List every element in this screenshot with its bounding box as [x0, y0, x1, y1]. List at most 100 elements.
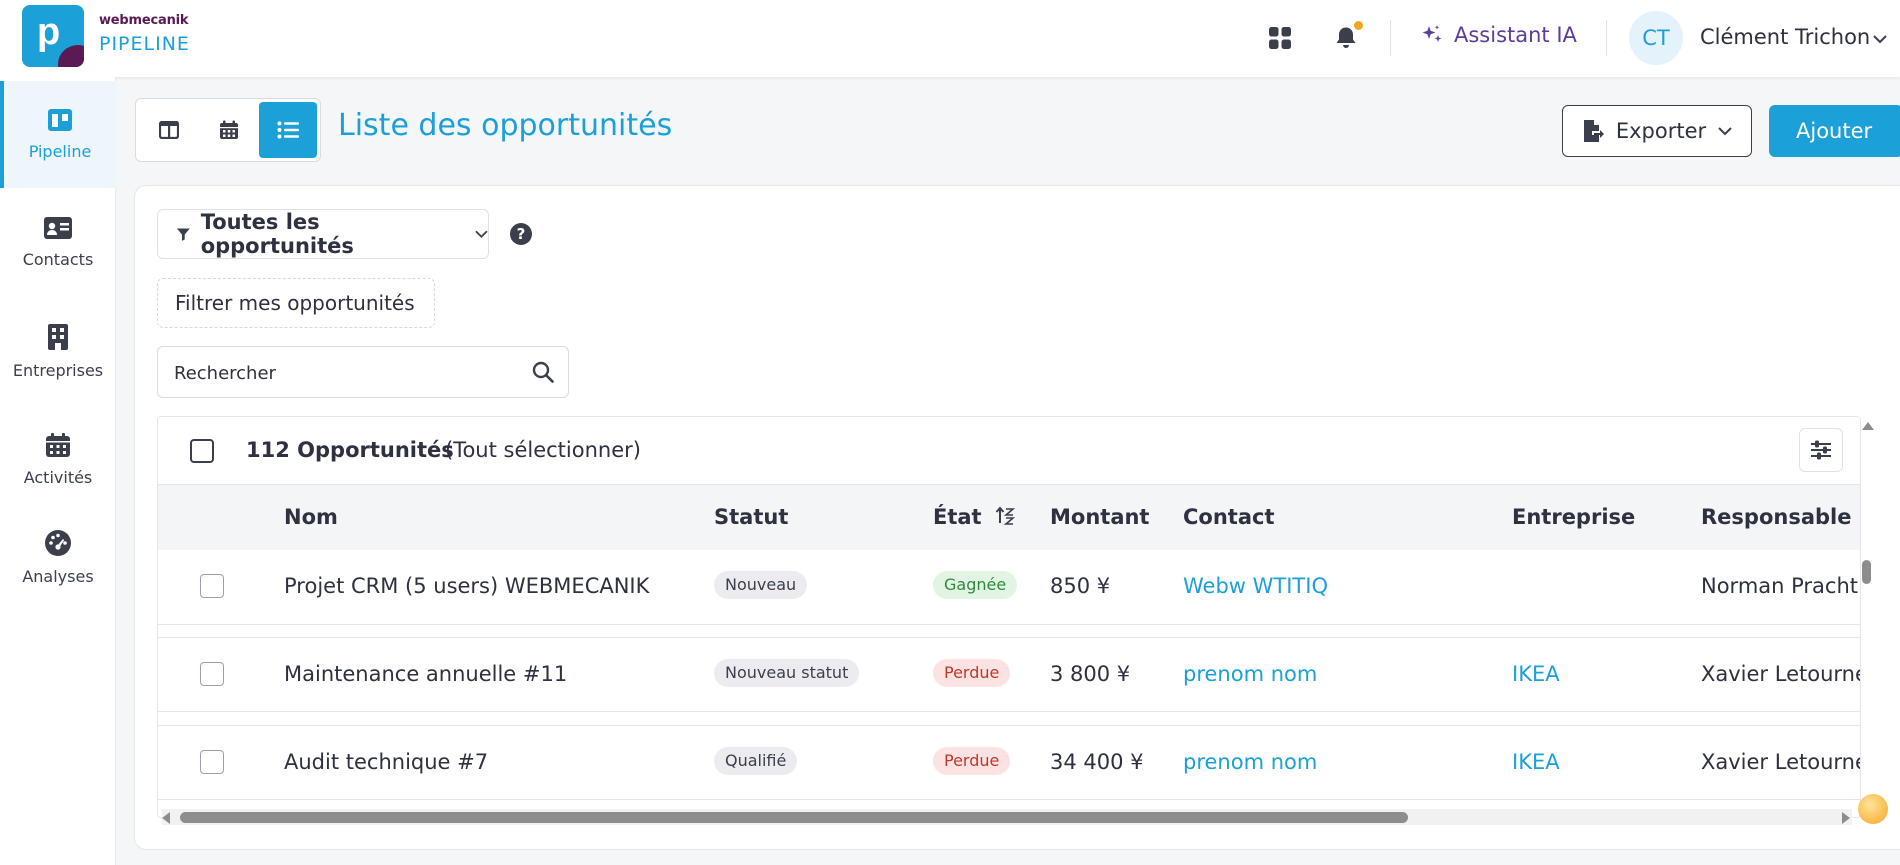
- sidebar: Pipeline Contacts Entreprises Activités: [0, 77, 116, 865]
- sidebar-item-label: Contacts: [22, 250, 94, 269]
- help-icon[interactable]: ?: [510, 223, 532, 245]
- cell-entreprise-link[interactable]: IKEA: [1512, 750, 1560, 774]
- cell-nom[interactable]: Audit technique #7: [284, 750, 488, 774]
- export-label: Exporter: [1615, 119, 1707, 143]
- divider: [1390, 20, 1391, 56]
- table-toolbar: 112 Opportunités (Tout sélectionner): [158, 417, 1860, 485]
- sidebar-item-entreprises[interactable]: Entreprises: [0, 298, 116, 405]
- select-all-checkbox[interactable]: [190, 439, 214, 463]
- user-name[interactable]: Clément Trichon: [1700, 25, 1870, 49]
- search-icon[interactable]: [532, 361, 554, 383]
- export-button[interactable]: Exporter: [1562, 105, 1752, 157]
- assistant-ia-label: Assistant IA: [1454, 23, 1577, 47]
- scroll-left-arrow[interactable]: [162, 812, 170, 824]
- sliders-icon: [1811, 440, 1831, 460]
- table-header: Nom Statut État Montant Contact Entrepri…: [158, 485, 1860, 550]
- cell-responsable: Norman Pracht: [1701, 574, 1859, 598]
- column-header-entreprise[interactable]: Entreprise: [1512, 505, 1635, 529]
- search-input[interactable]: [174, 359, 514, 387]
- table-row[interactable]: Maintenance annuelle #11 Nouveau statut …: [158, 637, 1861, 712]
- avatar[interactable]: CT: [1629, 11, 1683, 65]
- table-row[interactable]: Projet CRM (5 users) WEBMECANIK Nouveau …: [158, 550, 1860, 625]
- column-header-etat-label: État: [933, 505, 982, 529]
- state-badge: Perdue: [933, 659, 1011, 687]
- scroll-right-arrow[interactable]: [1842, 812, 1850, 824]
- opportunity-filter-dropdown[interactable]: Toutes les opportunités: [157, 209, 489, 259]
- filter-dropdown-label: Toutes les opportunités: [200, 210, 354, 258]
- filter-icon: [176, 228, 190, 241]
- notification-dot: [1354, 21, 1363, 30]
- sidebar-item-label: Analyses: [22, 567, 94, 586]
- row-checkbox[interactable]: [200, 662, 224, 686]
- row-checkbox[interactable]: [200, 574, 224, 598]
- cell-contact-link[interactable]: prenom nom: [1183, 662, 1317, 686]
- vertical-scrollbar-thumb[interactable]: [1862, 560, 1871, 584]
- logo-swoosh: [58, 45, 84, 67]
- sparkle-icon: [1422, 25, 1442, 42]
- sidebar-item-contacts[interactable]: Contacts: [0, 189, 116, 296]
- scroll-up-arrow[interactable]: [1862, 422, 1874, 430]
- column-settings-button[interactable]: [1799, 428, 1843, 472]
- status-badge: Nouveau statut: [714, 659, 860, 687]
- chat-widget-orb[interactable]: [1858, 794, 1888, 824]
- horizontal-scrollbar-thumb[interactable]: [180, 812, 1408, 823]
- sort-icon[interactable]: [995, 506, 1016, 526]
- top-bar: p webmecanik PIPELINE Assistant IA CT Cl…: [0, 0, 1900, 77]
- sidebar-item-label: Activités: [23, 468, 93, 487]
- sidebar-item-label: Entreprises: [12, 361, 104, 380]
- cell-entreprise-link[interactable]: IKEA: [1512, 662, 1560, 686]
- building-icon: [48, 324, 68, 350]
- column-header-nom[interactable]: Nom: [284, 505, 338, 529]
- product-name: PIPELINE: [99, 33, 190, 55]
- cell-montant: 34 400 ¥: [1050, 750, 1144, 774]
- assistant-ia-button[interactable]: Assistant IA: [1420, 23, 1577, 47]
- chevron-down-icon[interactable]: [1872, 30, 1888, 49]
- status-badge: Nouveau: [714, 571, 808, 599]
- select-all-link[interactable]: (Tout sélectionner): [445, 438, 641, 462]
- state-badge: Perdue: [933, 747, 1011, 775]
- column-header-responsable[interactable]: Responsable: [1701, 505, 1851, 529]
- page-title: Liste des opportunités: [338, 108, 673, 143]
- add-button[interactable]: Ajouter: [1769, 105, 1900, 157]
- file-export-icon: [1583, 120, 1604, 142]
- list-icon: [277, 121, 299, 139]
- cell-nom[interactable]: Projet CRM (5 users) WEBMECANIK: [284, 574, 649, 598]
- cell-montant: 3 800 ¥: [1050, 662, 1131, 686]
- kanban-view-button[interactable]: [140, 102, 198, 158]
- table-row[interactable]: Audit technique #7 Qualifié Perdue 34 40…: [158, 725, 1861, 800]
- opportunities-table: 112 Opportunités (Tout sélectionner) Nom…: [157, 416, 1861, 818]
- state-badge: Gagnée: [933, 571, 1018, 599]
- cell-contact-link[interactable]: Webw WTITIQ: [1183, 574, 1328, 598]
- cell-responsable: Xavier Letourne: [1701, 662, 1861, 686]
- cell-contact-link[interactable]: prenom nom: [1183, 750, 1317, 774]
- chevron-down-icon: [1718, 127, 1732, 136]
- view-switcher: [135, 98, 321, 162]
- row-checkbox[interactable]: [200, 750, 224, 774]
- brand-name: webmecanik: [99, 13, 189, 28]
- status-badge: Qualifié: [714, 747, 798, 775]
- sidebar-item-pipeline[interactable]: Pipeline: [0, 81, 116, 188]
- filter-my-opportunities-button[interactable]: Filtrer mes opportunités: [157, 278, 435, 328]
- sidebar-item-analyses[interactable]: Analyses: [0, 504, 116, 611]
- cell-responsable: Xavier Letourne: [1701, 750, 1861, 774]
- cell-nom[interactable]: Maintenance annuelle #11: [284, 662, 567, 686]
- app-logo[interactable]: p: [22, 5, 84, 67]
- columns-icon: [48, 109, 72, 131]
- column-header-contact[interactable]: Contact: [1183, 505, 1275, 529]
- opportunity-count: 112 Opportunités: [246, 438, 454, 462]
- column-header-etat[interactable]: État: [933, 505, 1016, 529]
- column-header-montant[interactable]: Montant: [1050, 505, 1149, 529]
- columns-icon: [159, 121, 179, 139]
- column-header-statut[interactable]: Statut: [714, 505, 788, 529]
- cell-montant: 850 ¥: [1050, 574, 1111, 598]
- sidebar-item-label: Pipeline: [28, 142, 92, 161]
- calendar-view-button[interactable]: [200, 102, 258, 158]
- search-box: [157, 346, 569, 398]
- sidebar-item-activites[interactable]: Activités: [0, 406, 116, 513]
- calendar-icon: [220, 120, 238, 139]
- logo-letter: p: [37, 11, 61, 53]
- calendar-icon: [46, 433, 70, 457]
- gauge-icon: [45, 530, 71, 556]
- apps-grid-icon[interactable]: [1264, 22, 1296, 54]
- list-view-button[interactable]: [259, 102, 317, 158]
